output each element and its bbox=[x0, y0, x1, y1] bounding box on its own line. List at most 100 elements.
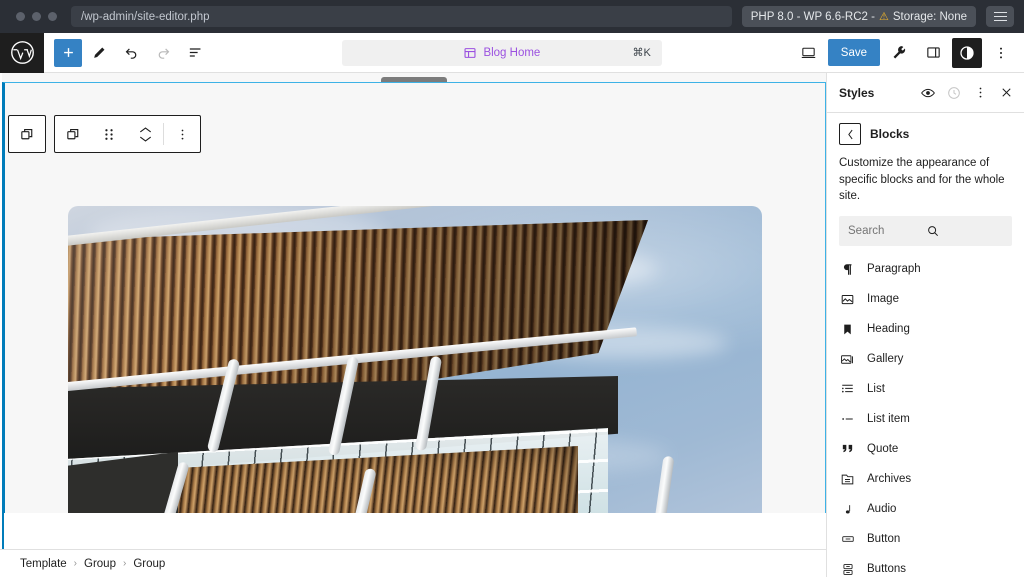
group-block-icon[interactable] bbox=[9, 116, 45, 152]
block-toolbar bbox=[8, 115, 201, 153]
list-item-icon bbox=[839, 412, 856, 426]
sidebar-item-button[interactable]: Button bbox=[839, 524, 1012, 554]
sidebar-item-label: List item bbox=[867, 413, 910, 426]
history-clock-icon[interactable] bbox=[942, 81, 966, 105]
sidebar-item-list-item[interactable]: List item bbox=[839, 404, 1012, 434]
sidebar-item-label: Button bbox=[867, 533, 901, 546]
hamburger-line bbox=[993, 19, 1007, 22]
quote-icon bbox=[839, 442, 856, 456]
audio-note-icon bbox=[839, 502, 856, 517]
save-button[interactable]: Save bbox=[827, 39, 880, 66]
sidebar-item-label: Archives bbox=[867, 473, 912, 486]
archives-icon bbox=[839, 472, 856, 487]
paragraph-icon bbox=[839, 262, 856, 277]
toolbar-left-group bbox=[44, 38, 210, 68]
warning-triangle-icon: ⚠ bbox=[878, 11, 889, 23]
add-block-button[interactable] bbox=[54, 38, 82, 67]
heading-bookmark-icon bbox=[839, 322, 856, 337]
hamburger-line bbox=[993, 11, 1007, 14]
settings-panel-icon[interactable] bbox=[918, 38, 948, 68]
maximize-window-dot[interactable] bbox=[48, 12, 57, 21]
sidebar-item-archives[interactable]: Archives bbox=[839, 464, 1012, 494]
chevron-down-icon[interactable] bbox=[139, 135, 152, 143]
hamburger-menu-icon[interactable] bbox=[986, 6, 1014, 27]
sidebar-item-label: Gallery bbox=[867, 353, 904, 366]
buttons-icon bbox=[839, 562, 856, 577]
breadcrumb-item-group-1[interactable]: Group bbox=[84, 558, 116, 570]
wordpress-logo-icon[interactable] bbox=[0, 32, 44, 73]
breadcrumb-item-template[interactable]: Template bbox=[20, 558, 67, 570]
address-bar[interactable]: /wp-admin/site-editor.php bbox=[71, 6, 732, 27]
blocks-section-title: Blocks bbox=[870, 127, 910, 141]
hamburger-line bbox=[993, 15, 1007, 18]
close-window-dot[interactable] bbox=[16, 12, 25, 21]
block-type-list: Paragraph Image Heading Gallery List Lis… bbox=[839, 254, 1012, 577]
search-placeholder: Search bbox=[848, 225, 885, 238]
drag-handle-icon[interactable] bbox=[91, 116, 127, 152]
status-storage-text: Storage: None bbox=[892, 10, 967, 23]
sidebar-item-label: Paragraph bbox=[867, 263, 921, 276]
sidebar-item-buttons[interactable]: Buttons bbox=[839, 554, 1012, 577]
command-bar-label: Blog Home bbox=[483, 46, 541, 59]
redo-arrow-icon[interactable] bbox=[148, 38, 178, 68]
more-vertical-icon[interactable] bbox=[968, 81, 992, 105]
desktop-preview-icon[interactable] bbox=[794, 38, 824, 68]
more-vertical-icon[interactable] bbox=[164, 116, 200, 152]
list-icon bbox=[839, 382, 856, 396]
eye-icon[interactable] bbox=[916, 81, 940, 105]
sidebar-item-paragraph[interactable]: Paragraph bbox=[839, 254, 1012, 284]
block-mover[interactable] bbox=[127, 116, 163, 152]
breadcrumb-item-group-2[interactable]: Group bbox=[133, 558, 165, 570]
sidebar-item-audio[interactable]: Audio bbox=[839, 494, 1012, 524]
sidebar-item-label: List bbox=[867, 383, 885, 396]
page-title: Styles bbox=[839, 85, 875, 100]
parent-block-selector[interactable] bbox=[8, 115, 46, 153]
breadcrumb-separator: › bbox=[122, 558, 127, 569]
chevron-up-icon[interactable] bbox=[139, 126, 152, 134]
sidebar-item-gallery[interactable]: Gallery bbox=[839, 344, 1012, 374]
command-bar-wrapper: Blog Home ⌘K bbox=[210, 39, 794, 66]
undo-arrow-icon[interactable] bbox=[116, 38, 146, 68]
status-env-text: PHP 8.0 - WP 6.6-RC2 - bbox=[750, 10, 875, 23]
sidebar-item-label: Buttons bbox=[867, 563, 906, 576]
sidebar-item-label: Image bbox=[867, 293, 899, 306]
sidebar-item-quote[interactable]: Quote bbox=[839, 434, 1012, 464]
image-icon bbox=[839, 292, 856, 307]
breadcrumb-separator: › bbox=[73, 558, 78, 569]
sidebar-item-label: Audio bbox=[867, 503, 897, 516]
block-controls-group bbox=[54, 115, 201, 153]
gallery-icon bbox=[839, 352, 856, 367]
more-vertical-icon[interactable] bbox=[986, 38, 1016, 68]
sidebar-item-label: Quote bbox=[867, 443, 899, 456]
styles-sidebar: Styles Blocks Customize the appearance o… bbox=[826, 73, 1024, 577]
wrench-icon[interactable] bbox=[884, 38, 914, 68]
list-view-icon[interactable] bbox=[180, 38, 210, 68]
editor-canvas[interactable]: + bbox=[0, 73, 826, 549]
styles-contrast-icon[interactable] bbox=[952, 37, 982, 68]
featured-image[interactable] bbox=[68, 206, 762, 531]
url-text: /wp-admin/site-editor.php bbox=[81, 10, 210, 23]
blocks-section-header: Blocks bbox=[839, 123, 1012, 145]
minimize-window-dot[interactable] bbox=[32, 12, 41, 21]
sidebar-item-list[interactable]: List bbox=[839, 374, 1012, 404]
editor-toolbar: Blog Home ⌘K Save bbox=[0, 32, 1024, 73]
close-x-icon[interactable] bbox=[994, 81, 1018, 105]
search-icon bbox=[926, 224, 1004, 238]
tools-pencil-icon[interactable] bbox=[84, 38, 114, 68]
template-layout-icon bbox=[463, 46, 477, 60]
group-block-icon[interactable] bbox=[55, 116, 91, 152]
window-traffic-lights bbox=[10, 12, 61, 21]
command-bar-content: Blog Home bbox=[342, 46, 662, 60]
canvas-bottom-space bbox=[4, 513, 826, 549]
sidebar-item-image[interactable]: Image bbox=[839, 284, 1012, 314]
sidebar-item-heading[interactable]: Heading bbox=[839, 314, 1012, 344]
status-badge[interactable]: PHP 8.0 - WP 6.6-RC2 - ⚠ Storage: None bbox=[741, 6, 976, 27]
sidebar-item-label: Heading bbox=[867, 323, 910, 336]
search-input[interactable]: Search bbox=[839, 216, 1012, 247]
browser-chrome: /wp-admin/site-editor.php PHP 8.0 - WP 6… bbox=[0, 0, 1024, 33]
sidebar-body: Blocks Customize the appearance of speci… bbox=[827, 113, 1024, 577]
chevron-left-icon[interactable] bbox=[839, 123, 861, 145]
command-bar[interactable]: Blog Home ⌘K bbox=[341, 39, 662, 66]
command-bar-shortcut: ⌘K bbox=[632, 47, 651, 59]
sidebar-header: Styles bbox=[827, 73, 1024, 113]
